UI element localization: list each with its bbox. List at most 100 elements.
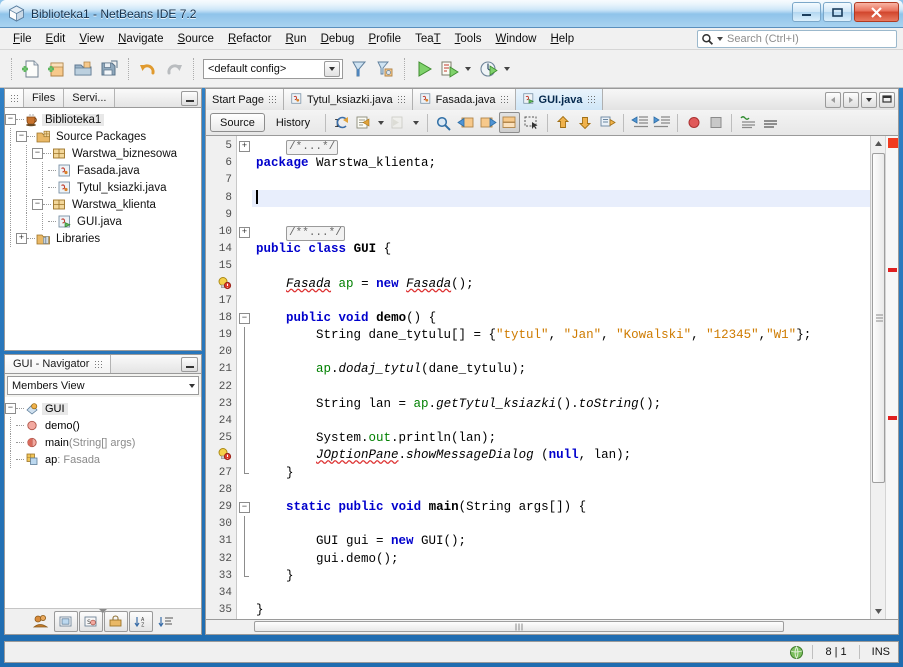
code-line[interactable] [252, 258, 870, 275]
toggle-breakpoint-button[interactable] [683, 112, 704, 133]
editor-horizontal-scrollbar[interactable] [205, 620, 899, 635]
expander-icon[interactable]: + [16, 233, 27, 244]
tree-row-file-fasada[interactable]: Fasada.java [5, 162, 201, 179]
scroll-tabs-right-button[interactable] [843, 91, 859, 108]
chevron-down-icon[interactable] [189, 383, 195, 388]
debug-project-button[interactable] [438, 57, 462, 81]
search-dropdown-icon[interactable] [717, 37, 723, 41]
fold-cell[interactable] [237, 378, 252, 396]
scroll-down-arrow-icon[interactable] [872, 605, 885, 618]
menu-view[interactable]: View [72, 31, 111, 47]
error-summary-box[interactable] [888, 138, 898, 148]
tree-row-libraries[interactable]: + Libraries [5, 230, 201, 247]
fold-cell[interactable]: + [237, 224, 252, 241]
fold-cell[interactable]: − [237, 499, 252, 516]
code-line[interactable]: package Warstwa_klienta; [252, 155, 870, 172]
menu-help[interactable]: Help [543, 31, 581, 47]
menu-run[interactable]: Run [278, 31, 313, 47]
code-line[interactable]: } [252, 465, 870, 482]
toggle-rectangular-selection-button[interactable] [521, 112, 542, 133]
menu-navigate[interactable]: Navigate [111, 31, 170, 47]
fold-cell[interactable] [237, 550, 252, 568]
minimize-button[interactable] [792, 2, 821, 22]
history-view-button[interactable]: History [266, 113, 320, 132]
menu-file[interactable]: File [6, 31, 39, 47]
find-selection-button[interactable] [433, 112, 454, 133]
close-icon[interactable] [499, 95, 509, 104]
code-line[interactable] [252, 207, 870, 224]
forward-button[interactable] [388, 112, 409, 133]
code-line[interactable]: String lan = ap.getTytul_ksiazki().toStr… [252, 396, 870, 413]
collapsed-comment-pill[interactable]: /**...*/ [286, 225, 345, 241]
show-fields-button[interactable]: S [78, 611, 103, 632]
code-line[interactable] [252, 293, 870, 310]
expander-icon[interactable]: − [16, 131, 27, 142]
editor-vertical-scrollbar[interactable] [870, 136, 885, 619]
code-line[interactable]: /**...*/ [252, 224, 870, 241]
chevron-down-icon[interactable] [378, 120, 385, 125]
code-line[interactable]: GUI gui = new GUI(); [252, 533, 870, 550]
menu-tools[interactable]: Tools [448, 31, 489, 47]
fold-cell[interactable] [237, 361, 252, 379]
chevron-up-icon[interactable] [99, 609, 107, 613]
tree-row-source-packages[interactable]: − Source Packages [5, 128, 201, 145]
new-project-button[interactable] [45, 57, 69, 81]
tree-row-package-biznesowa[interactable]: − Warstwa_biznesowa [5, 145, 201, 162]
code-line[interactable] [252, 482, 870, 499]
expander-icon[interactable]: − [32, 199, 43, 210]
tree-row-project[interactable]: − Biblioteka1 [5, 111, 201, 128]
code-line[interactable] [252, 379, 870, 396]
menu-profile[interactable]: Profile [361, 31, 408, 47]
shift-line-left-button[interactable] [629, 112, 650, 133]
fold-cell[interactable] [237, 395, 252, 413]
menu-source[interactable]: Source [171, 31, 221, 47]
clean-build-button[interactable] [373, 57, 397, 81]
menu-edit[interactable]: Edit [39, 31, 73, 47]
horizontal-scroll-thumb[interactable] [254, 621, 784, 632]
code-line[interactable]: Fasada ap = new Fasada(); [252, 276, 870, 293]
minimize-navigator-button[interactable] [181, 357, 198, 372]
collapsed-comment-pill[interactable]: /*...*/ [286, 140, 339, 155]
chevron-down-icon[interactable] [413, 120, 420, 125]
scroll-up-arrow-icon[interactable] [872, 137, 885, 150]
error-annotation-strip[interactable] [885, 136, 898, 619]
code-line[interactable]: String dane_tytulu[] = {"tytul", "Jan", … [252, 327, 870, 344]
redo-button[interactable] [162, 57, 186, 81]
code-line[interactable]: JOptionPane.showMessageDialog (null, lan… [252, 447, 870, 464]
error-marker[interactable] [888, 268, 897, 272]
build-project-button[interactable] [347, 57, 371, 81]
code-line[interactable] [252, 585, 870, 602]
expander-icon[interactable]: − [5, 403, 16, 414]
fold-cell[interactable] [237, 516, 252, 534]
fold-cell[interactable] [237, 447, 252, 465]
code-line[interactable]: /*...*/ [252, 138, 870, 155]
find-next-button[interactable] [477, 112, 498, 133]
new-file-button[interactable] [19, 57, 43, 81]
code-line[interactable]: ap.dodaj_tytul(dane_tytulu); [252, 361, 870, 378]
maximize-button[interactable] [823, 2, 852, 22]
fold-cell[interactable] [237, 533, 252, 551]
tree-row-package-klienta[interactable]: − Warstwa_klienta [5, 196, 201, 213]
source-view-button[interactable]: Source [210, 113, 265, 132]
fold-cell[interactable] [237, 464, 252, 482]
code-line[interactable]: } [252, 602, 870, 619]
navigator-tree[interactable]: − GUI demo() main (String[] args) ap: F… [5, 397, 201, 608]
fold-collapse-icon[interactable]: − [239, 312, 250, 324]
close-button[interactable] [854, 2, 899, 22]
code-line[interactable] [252, 516, 870, 533]
back-button[interactable] [353, 112, 374, 133]
close-icon[interactable] [396, 95, 406, 104]
globe-icon[interactable] [789, 645, 804, 660]
code-line[interactable]: static public void main(String args[]) { [252, 499, 870, 516]
expander-icon[interactable]: − [5, 114, 16, 125]
menu-team[interactable]: TeaT [408, 31, 448, 47]
undo-button[interactable] [136, 57, 160, 81]
next-bookmark-button[interactable] [575, 112, 596, 133]
nav-row-method-demo[interactable]: demo() [5, 417, 201, 434]
nav-row-method-main[interactable]: main (String[] args) [5, 434, 201, 451]
tab-services[interactable]: Servi... [64, 89, 116, 107]
fold-cell[interactable] [237, 327, 252, 345]
sort-alphabetically-button[interactable]: A Z [128, 611, 153, 632]
tree-row-file-tytul[interactable]: Tytul_ksiazki.java [5, 179, 201, 196]
profile-dropdown-icon[interactable] [504, 66, 510, 71]
